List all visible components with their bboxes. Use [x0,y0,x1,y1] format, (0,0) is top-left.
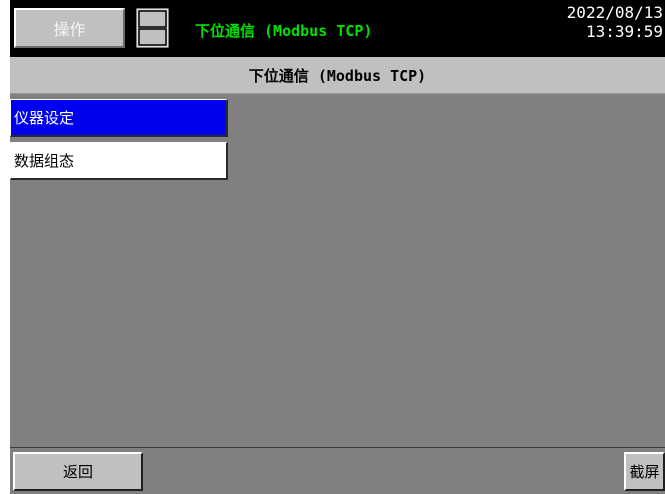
screenshot-button[interactable]: 截屏 [624,452,665,491]
back-button-label: 返回 [62,463,93,481]
screen-title: 下位通信 (Modbus TCP) [195,22,373,40]
operate-button[interactable]: 操作 [14,8,125,48]
menu-item-label: 仪器设定 [14,109,75,127]
page-title: 下位通信 (Modbus TCP) [10,57,665,94]
screenshot-button-label: 截屏 [629,463,660,481]
operate-button-label: 操作 [53,20,86,39]
time-text: 13:39:59 [585,22,663,41]
back-button[interactable]: 返回 [13,452,143,491]
hmi-screen: 操作 下位通信 (Modbus TCP) 2022/08/13 13:39:59… [10,0,665,494]
date-text: 2022/08/13 [566,3,663,22]
bottom-bar: 返回 截屏 [10,447,665,494]
datetime-display: 2022/08/13 13:39:59 [567,3,663,41]
floppy-disk-icon[interactable] [136,8,169,48]
menu-item-data-configuration[interactable]: 数据组态 [10,142,228,180]
top-bar: 操作 下位通信 (Modbus TCP) 2022/08/13 13:39:59 [10,0,665,57]
menu-item-label: 数据组态 [14,152,75,170]
menu-item-instrument-settings[interactable]: 仪器设定 [10,99,228,137]
